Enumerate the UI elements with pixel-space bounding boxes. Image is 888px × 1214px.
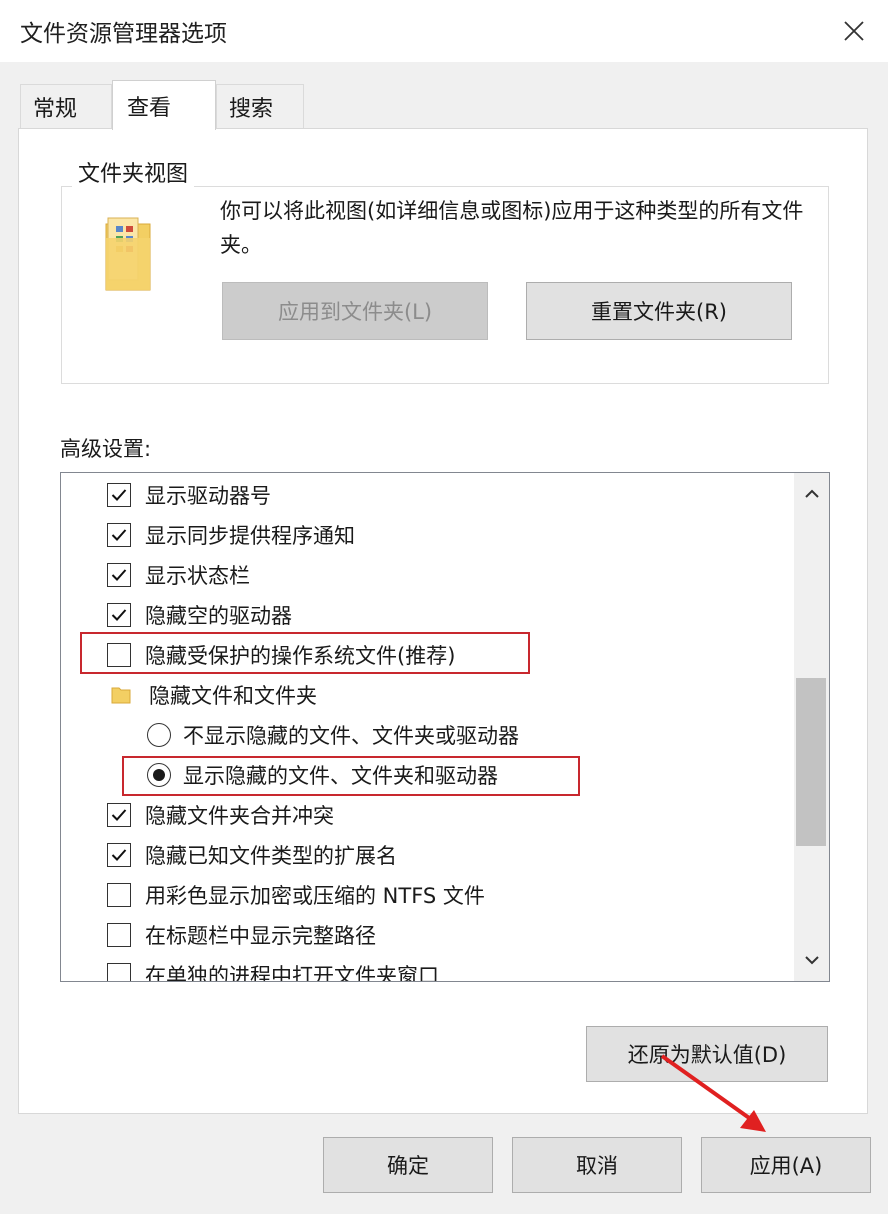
advanced-settings-label: 高级设置: (60, 437, 152, 461)
cancel-button[interactable]: 取消 (512, 1137, 682, 1193)
checkbox-checked[interactable] (107, 603, 131, 627)
window-title: 文件资源管理器选项 (20, 21, 227, 47)
scroll-down-button[interactable] (794, 942, 829, 978)
checkbox-unchecked[interactable] (107, 963, 131, 981)
check-icon (111, 529, 127, 541)
list-item-label: 隐藏已知文件类型的扩展名 (145, 844, 397, 868)
list-item-label: 隐藏空的驱动器 (145, 604, 292, 628)
close-icon (844, 21, 864, 41)
list-item-label: 显示同步提供程序通知 (145, 524, 355, 548)
list-item[interactable]: 显示驱动器号 (107, 475, 271, 515)
list-item[interactable]: 不显示隐藏的文件、文件夹或驱动器 (147, 715, 519, 755)
list-item[interactable]: 显示同步提供程序通知 (107, 515, 355, 555)
list-item-label: 在标题栏中显示完整路径 (145, 924, 376, 948)
check-icon (111, 609, 127, 621)
reset-folders-button[interactable]: 重置文件夹(R) (526, 282, 792, 340)
checkbox-unchecked[interactable] (107, 923, 131, 947)
radio-unselected[interactable] (147, 723, 171, 747)
folder-views-description: 你可以将此视图(如详细信息或图标)应用于这种类型的所有文件夹。 (220, 199, 804, 257)
restore-defaults-button[interactable]: 还原为默认值(D) (586, 1026, 828, 1082)
close-button[interactable] (822, 6, 886, 56)
tab-view[interactable]: 查看 (112, 80, 216, 130)
list-item-label: 不显示隐藏的文件、文件夹或驱动器 (183, 724, 519, 748)
list-item[interactable]: 隐藏空的驱动器 (107, 595, 292, 635)
list-item-label: 用彩色显示加密或压缩的 NTFS 文件 (145, 884, 485, 908)
checkbox-checked[interactable] (107, 803, 131, 827)
check-icon (111, 849, 127, 861)
chevron-down-icon (804, 956, 819, 965)
list-item-label: 在单独的进程中打开文件夹窗口 (145, 964, 439, 982)
highlight-box (80, 632, 530, 674)
list-item[interactable]: 隐藏已知文件类型的扩展名 (107, 835, 397, 875)
list-item-label: 显示状态栏 (145, 564, 250, 588)
list-item[interactable]: 在标题栏中显示完整路径 (107, 915, 376, 955)
ok-button[interactable]: 确定 (323, 1137, 493, 1193)
list-item[interactable]: 在单独的进程中打开文件夹窗口 (107, 955, 439, 982)
checkbox-checked[interactable] (107, 523, 131, 547)
tab-search[interactable]: 搜索 (216, 84, 304, 128)
scrollbar-thumb[interactable] (796, 678, 826, 846)
folder-view-icon (105, 217, 151, 291)
list-item-label: 隐藏文件夹合并冲突 (145, 804, 334, 828)
checkbox-checked[interactable] (107, 843, 131, 867)
scroll-up-button[interactable] (794, 476, 829, 512)
check-icon (111, 489, 127, 501)
list-item-label: 显示驱动器号 (145, 484, 271, 508)
list-item: 隐藏文件和文件夹 (107, 675, 317, 715)
list-item[interactable]: 显示状态栏 (107, 555, 250, 595)
tab-general[interactable]: 常规 (20, 84, 112, 128)
list-item[interactable]: 用彩色显示加密或压缩的 NTFS 文件 (107, 875, 485, 915)
folder-views-title: 文件夹视图 (72, 156, 195, 188)
apply-to-folders-button[interactable]: 应用到文件夹(L) (222, 282, 488, 340)
list-item-label: 隐藏文件和文件夹 (149, 684, 317, 708)
chevron-up-icon (804, 489, 819, 498)
check-icon (111, 569, 127, 581)
folder-icon (111, 687, 131, 704)
advanced-settings-list[interactable]: 显示驱动器号 显示同步提供程序通知 显示状态栏 隐藏空的驱动器 隐藏受保护的操作… (60, 472, 830, 982)
apply-button[interactable]: 应用(A) (701, 1137, 871, 1193)
list-item[interactable]: 隐藏文件夹合并冲突 (107, 795, 334, 835)
check-icon (111, 809, 127, 821)
checkbox-checked[interactable] (107, 483, 131, 507)
checkbox-unchecked[interactable] (107, 883, 131, 907)
highlight-box (122, 756, 580, 796)
checkbox-checked[interactable] (107, 563, 131, 587)
